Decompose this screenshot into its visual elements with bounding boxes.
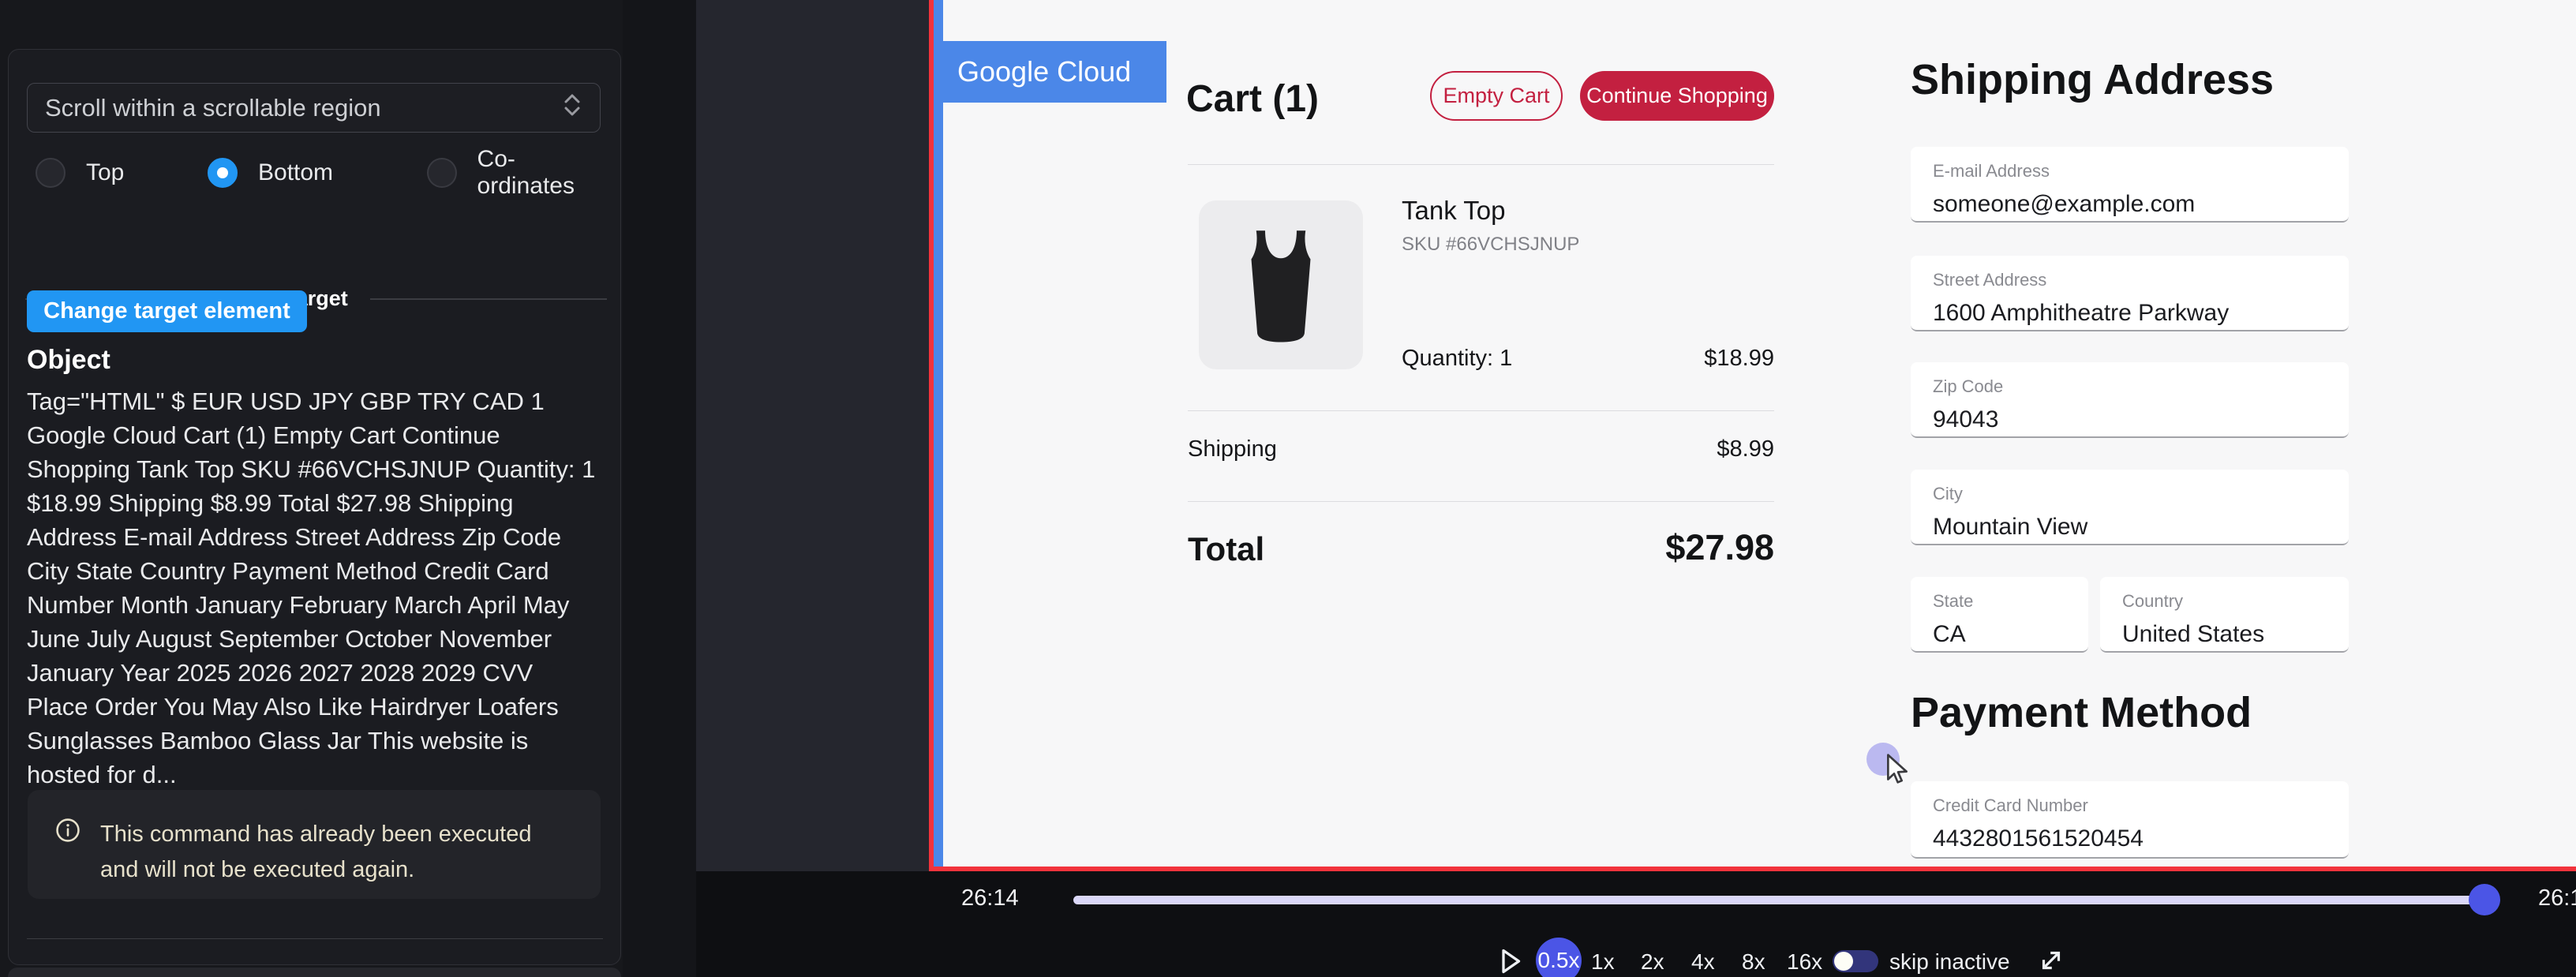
object-text: Tag="HTML" $ EUR USD JPY GBP TRY CAD 1 G…	[27, 384, 601, 792]
cart-divider	[1188, 410, 1774, 411]
object-heading: Object	[27, 345, 110, 376]
notice-text: This command has already been executed a…	[100, 817, 542, 888]
timeline-thumb[interactable]	[2469, 884, 2500, 915]
element-highlight-blue	[934, 0, 943, 867]
credit-card-field-value: 4432801561520454	[1933, 825, 2349, 852]
zip-field-label: Zip Code	[1933, 376, 2349, 397]
credit-card-field-label: Credit Card Number	[1933, 795, 2349, 816]
street-field-value: 1600 Amphitheatre Parkway	[1933, 300, 2349, 327]
splitter-column	[623, 0, 696, 977]
credit-card-field: Credit Card Number 4432801561520454	[1911, 781, 2349, 859]
radio-top-label: Top	[86, 159, 124, 186]
email-field-value: someone@example.com	[1933, 191, 2349, 218]
empty-cart-button: Empty Cart	[1430, 71, 1563, 121]
action-select[interactable]: Scroll within a scrollable region	[27, 83, 601, 133]
cart-title: Cart (1)	[1186, 77, 1319, 121]
state-field-value: CA	[1933, 621, 2088, 648]
radio-coordinates-label: Co-ordinates	[477, 146, 611, 200]
info-icon	[54, 817, 81, 848]
product-image	[1199, 200, 1363, 369]
change-target-button[interactable]: Change target element	[27, 290, 307, 332]
shipping-address-heading: Shipping Address	[1911, 55, 2274, 104]
fullscreen-icon[interactable]	[2036, 945, 2066, 977]
element-highlight-red-left	[929, 0, 934, 871]
shipping-price: $8.99	[1188, 436, 1774, 462]
chevron-updown-icon	[562, 92, 582, 125]
radio-top[interactable]: Top	[36, 157, 124, 189]
radio-coordinates[interactable]: Co-ordinates	[427, 157, 611, 189]
email-field: E-mail Address someone@example.com	[1911, 147, 2349, 223]
sidebar: Scroll within a scrollable region Top Bo…	[0, 0, 623, 977]
street-field-label: Street Address	[1933, 270, 2349, 290]
city-field-label: City	[1933, 484, 2349, 504]
cursor-icon	[1881, 752, 1913, 791]
radio-bottom[interactable]: Bottom	[208, 157, 333, 189]
radio-top-circle[interactable]	[36, 158, 66, 188]
brand-badge: Google Cloud	[943, 41, 1166, 103]
next-panel-edge	[8, 968, 621, 977]
radio-bottom-label: Bottom	[258, 159, 333, 186]
state-field: State CA	[1911, 577, 2088, 653]
speed-option-2x[interactable]: 2x	[1641, 949, 1664, 975]
product-name: Tank Top	[1402, 196, 1505, 226]
end-time: 26:1	[2538, 885, 2576, 911]
current-time: 26:14	[961, 885, 1019, 911]
element-highlight-red-bottom	[929, 867, 2576, 871]
payment-method-heading: Payment Method	[1911, 688, 2252, 737]
skip-inactive-toggle[interactable]	[1833, 950, 1878, 972]
total-price: $27.98	[1188, 527, 1774, 568]
zip-field: Zip Code 94043	[1911, 362, 2349, 438]
divider-line	[370, 298, 607, 300]
play-button[interactable]	[1496, 945, 1525, 977]
email-field-label: E-mail Address	[1933, 161, 2349, 182]
speed-option-active[interactable]: 0.5x	[1536, 938, 1582, 977]
speed-option-4x[interactable]: 4x	[1691, 949, 1715, 975]
tank-top-image	[1231, 226, 1331, 344]
city-field: City Mountain View	[1911, 470, 2349, 545]
cart-divider	[1188, 501, 1774, 502]
country-field: Country United States	[2100, 577, 2349, 653]
notice-box: This command has already been executed a…	[28, 790, 601, 899]
radio-coordinates-circle[interactable]	[427, 158, 457, 188]
continue-shopping-button: Continue Shopping	[1580, 71, 1774, 121]
app-window: Scroll within a scrollable region Top Bo…	[0, 0, 2576, 977]
speed-option-1x[interactable]: 1x	[1591, 949, 1615, 975]
recorded-browser-chrome	[696, 0, 931, 871]
city-field-value: Mountain View	[1933, 514, 2349, 541]
speed-option-16x[interactable]: 16x	[1787, 949, 1822, 975]
scroll-position-radios: Top Bottom Co-ordinates	[27, 157, 611, 189]
action-select-value: Scroll within a scrollable region	[45, 94, 381, 122]
zip-field-value: 94043	[1933, 406, 2349, 433]
country-field-value: United States	[2122, 621, 2349, 648]
timeline-track[interactable]	[1073, 896, 2484, 904]
command-panel: Scroll within a scrollable region Top Bo…	[8, 49, 621, 965]
state-field-label: State	[1933, 591, 2088, 612]
country-field-label: Country	[2122, 591, 2349, 612]
product-price: $18.99	[1188, 346, 1774, 372]
toggle-knob[interactable]	[1834, 952, 1853, 971]
speed-option-8x[interactable]: 8x	[1742, 949, 1765, 975]
cart-divider	[1188, 164, 1774, 165]
product-sku: SKU #66VCHSJNUP	[1402, 234, 1579, 256]
street-field: Street Address 1600 Amphitheatre Parkway	[1911, 256, 2349, 331]
panel-divider	[27, 938, 603, 939]
skip-inactive-label: skip inactive	[1889, 949, 2010, 975]
radio-bottom-circle[interactable]	[208, 158, 238, 188]
